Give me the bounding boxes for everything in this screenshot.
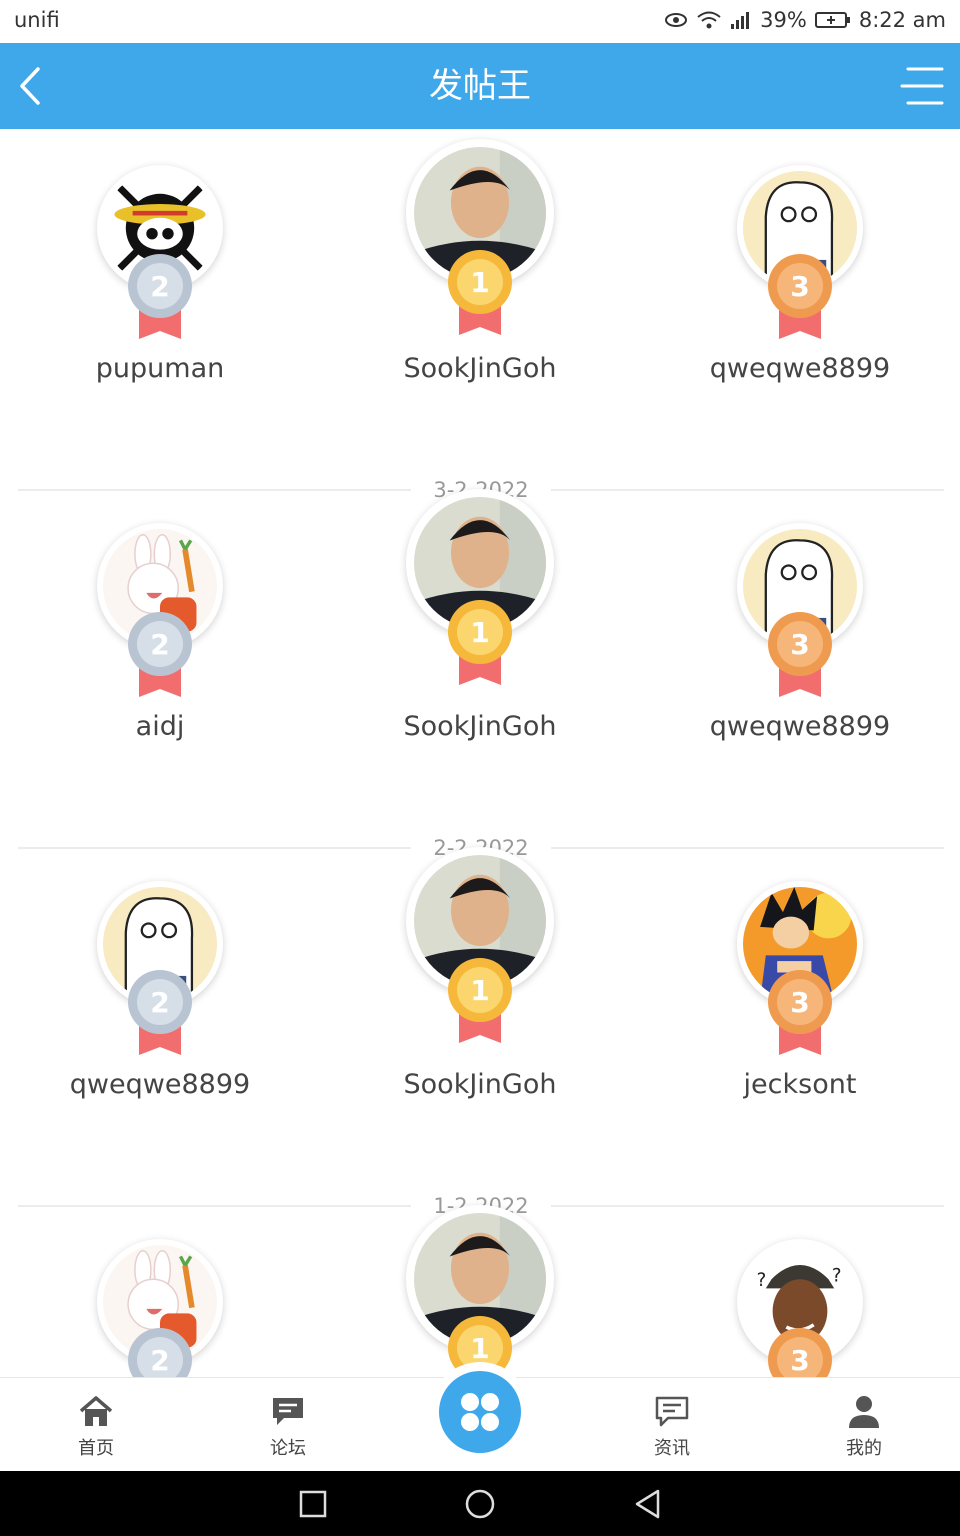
medal-rank-number: 2 bbox=[150, 270, 169, 303]
svg-text:?: ? bbox=[832, 1265, 842, 1286]
rank-user-3[interactable]: 3 qweqwe8899 bbox=[640, 487, 960, 845]
medal-rank-number: 1 bbox=[470, 974, 489, 1007]
ranking-block: 3-2-2022 2 aidj 1 SookJinGoh 3 q bbox=[0, 478, 960, 845]
rank-user-1[interactable]: 1 SookJinGoh bbox=[320, 845, 640, 1203]
nav-forum-label: 论坛 bbox=[270, 1438, 306, 1459]
username[interactable]: jecksont bbox=[640, 1069, 960, 1100]
nav-home[interactable]: 首页 bbox=[36, 1378, 156, 1472]
rank-medal-icon: 3 bbox=[765, 609, 835, 703]
center-apps-button[interactable] bbox=[430, 1362, 530, 1462]
rank-medal-icon: 2 bbox=[125, 609, 195, 703]
clock: 8:22 am bbox=[858, 8, 946, 32]
recents-icon[interactable] bbox=[298, 1489, 328, 1519]
nav-forum[interactable]: 论坛 bbox=[228, 1378, 348, 1472]
medal-rank-number: 3 bbox=[790, 270, 809, 303]
ranking-block: 2-2-2022 2 qweqwe8899 1 SookJinGoh 3 jec… bbox=[0, 836, 960, 1203]
system-nav-bar bbox=[0, 1471, 960, 1536]
username[interactable]: qweqwe8899 bbox=[640, 711, 960, 742]
rank-user-2[interactable]: 2 aidj bbox=[0, 487, 320, 845]
nav-home-label: 首页 bbox=[78, 1438, 114, 1459]
rank-medal-icon: 1 bbox=[445, 247, 515, 341]
username[interactable]: SookJinGoh bbox=[320, 711, 640, 742]
rank-user-2[interactable]: 2 bbox=[0, 1203, 320, 1377]
rank-medal-icon: 2 bbox=[125, 967, 195, 1061]
rank-user-2[interactable]: 2 pupuman bbox=[0, 129, 320, 487]
rank-medal-icon: 3 bbox=[765, 967, 835, 1061]
nav-news[interactable]: 资讯 bbox=[612, 1378, 732, 1472]
back-triangle-icon[interactable] bbox=[632, 1488, 664, 1520]
medal-rank-number: 3 bbox=[790, 628, 809, 661]
medal-rank-number: 3 bbox=[790, 986, 809, 1019]
svg-text:?: ? bbox=[757, 1270, 767, 1291]
ranking-block: 1-2-2022 2 1 ? ? 3 bbox=[0, 1194, 960, 1377]
username[interactable]: aidj bbox=[0, 711, 320, 742]
battery-percent: 39% bbox=[760, 8, 807, 32]
rank-medal-icon: 1 bbox=[445, 955, 515, 1049]
rank-user-1[interactable]: 1 SookJinGoh bbox=[320, 487, 640, 845]
wifi-icon bbox=[697, 11, 721, 29]
username[interactable]: SookJinGoh bbox=[320, 353, 640, 384]
nav-news-label: 资讯 bbox=[654, 1438, 690, 1459]
medal-rank-number: 1 bbox=[470, 266, 489, 299]
rank-medal-icon: 2 bbox=[125, 251, 195, 345]
rank-user-3[interactable]: ? ? 3 bbox=[640, 1203, 960, 1377]
ranking-block: 2 pupuman 1 SookJinGoh 3 qweqwe8899 bbox=[0, 129, 960, 487]
menu-icon bbox=[900, 67, 944, 105]
home-circle-icon[interactable] bbox=[464, 1488, 496, 1520]
signal-icon bbox=[731, 12, 750, 29]
username[interactable]: qweqwe8899 bbox=[640, 353, 960, 384]
profile-icon bbox=[849, 1396, 879, 1428]
medal-rank-number: 2 bbox=[150, 986, 169, 1019]
rank-user-2[interactable]: 2 qweqwe8899 bbox=[0, 845, 320, 1203]
rank-medal-icon: 1 bbox=[445, 597, 515, 691]
forum-icon bbox=[273, 1398, 303, 1425]
rank-user-3[interactable]: 3 qweqwe8899 bbox=[640, 129, 960, 487]
home-icon bbox=[79, 1396, 113, 1426]
username[interactable]: pupuman bbox=[0, 353, 320, 384]
status-bar: unifi 39% 8:22 am bbox=[0, 0, 960, 43]
menu-button[interactable] bbox=[900, 65, 944, 107]
username[interactable]: qweqwe8899 bbox=[0, 1069, 320, 1100]
carrier-name: unifi bbox=[14, 8, 60, 32]
rank-user-1[interactable]: 1 SookJinGoh bbox=[320, 129, 640, 487]
apps-icon bbox=[461, 1393, 499, 1431]
medal-rank-number: 1 bbox=[470, 616, 489, 649]
ranking-list: 2 pupuman 1 SookJinGoh 3 qweqwe8899 3-2-… bbox=[0, 129, 960, 1377]
medal-rank-number: 2 bbox=[150, 628, 169, 661]
news-icon bbox=[655, 1396, 689, 1427]
header-bar: 发帖王 bbox=[0, 43, 960, 129]
rank-medal-icon: 3 bbox=[765, 251, 835, 345]
username[interactable]: SookJinGoh bbox=[320, 1069, 640, 1100]
rank-user-3[interactable]: 3 jecksont bbox=[640, 845, 960, 1203]
eye-icon bbox=[665, 13, 688, 27]
rank-user-1[interactable]: 1 bbox=[320, 1203, 640, 1377]
page-title: 发帖王 bbox=[429, 66, 531, 106]
rank-medal-icon: 3 bbox=[765, 1325, 835, 1377]
battery-icon bbox=[814, 12, 850, 28]
rank-medal-icon: 2 bbox=[125, 1325, 195, 1377]
nav-profile-label: 我的 bbox=[846, 1438, 882, 1459]
medal-rank-number: 2 bbox=[150, 1344, 169, 1377]
nav-profile[interactable]: 我的 bbox=[804, 1378, 924, 1472]
medal-rank-number: 3 bbox=[790, 1344, 809, 1377]
medal-rank-number: 1 bbox=[470, 1332, 489, 1365]
